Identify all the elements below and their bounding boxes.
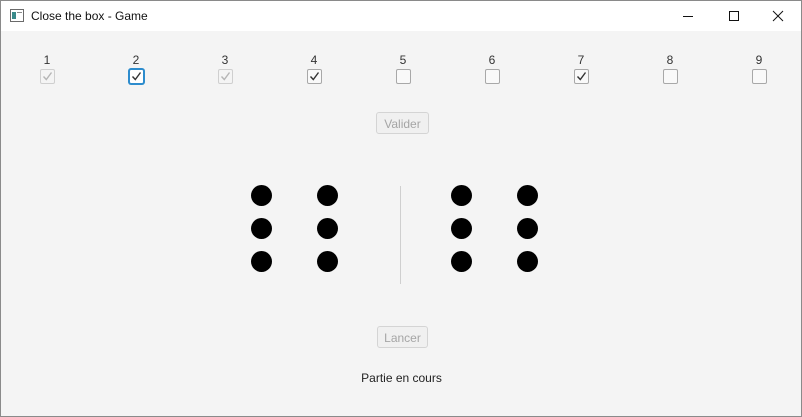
- die-pip: [317, 251, 338, 272]
- box-number-label: 4: [310, 53, 318, 67]
- minimize-button[interactable]: [665, 1, 711, 31]
- die-pip: [451, 185, 472, 206]
- checkmark-icon: [220, 72, 230, 81]
- box-checkbox[interactable]: [306, 69, 322, 84]
- window-title: Close the box - Game: [31, 9, 148, 23]
- box-6: 6: [477, 53, 507, 84]
- die-pip: [517, 185, 538, 206]
- checkmark-icon: [131, 72, 141, 81]
- die-left: [244, 181, 344, 281]
- box-number-label: 6: [488, 53, 496, 67]
- box-number-label: 2: [132, 53, 140, 67]
- checkmark-icon: [42, 72, 52, 81]
- box-7: 7: [566, 53, 596, 84]
- box-checkbox[interactable]: [662, 69, 678, 84]
- box-checkbox: [217, 69, 233, 84]
- roll-button[interactable]: Lancer: [377, 326, 428, 348]
- box-1: 1: [32, 53, 62, 84]
- app-window-icon: [10, 9, 24, 22]
- box-2: 2: [121, 53, 151, 84]
- die-pip: [517, 218, 538, 239]
- box-checkbox[interactable]: [395, 69, 411, 84]
- game-status: Partie en cours: [361, 371, 442, 385]
- die-pip: [251, 185, 272, 206]
- game-window: Close the box - Game 1 2 3 4 5 6 7 8 9 Valider L…: [0, 0, 802, 417]
- box-number-label: 3: [221, 53, 229, 67]
- box-number-label: 7: [577, 53, 585, 67]
- box-checkbox[interactable]: [484, 69, 500, 84]
- checkmark-icon: [309, 72, 319, 81]
- box-4: 4: [299, 53, 329, 84]
- box-number-label: 1: [43, 53, 51, 67]
- box-9: 9: [744, 53, 774, 84]
- die-pip: [317, 218, 338, 239]
- validate-button[interactable]: Valider: [376, 112, 429, 134]
- die-right: [444, 181, 544, 281]
- title-bar[interactable]: Close the box - Game: [1, 1, 801, 31]
- die-pip: [251, 251, 272, 272]
- box-checkbox: [39, 69, 55, 84]
- dice-divider: [400, 186, 401, 284]
- die-pip: [317, 185, 338, 206]
- box-3: 3: [210, 53, 240, 84]
- die-pip: [251, 218, 272, 239]
- box-number-label: 9: [755, 53, 763, 67]
- maximize-button[interactable]: [711, 1, 757, 31]
- die-pip: [451, 251, 472, 272]
- box-number-label: 5: [399, 53, 407, 67]
- die-pip: [451, 218, 472, 239]
- box-5: 5: [388, 53, 418, 84]
- die-pip: [517, 251, 538, 272]
- box-checkbox[interactable]: [751, 69, 767, 84]
- box-checkbox[interactable]: [573, 69, 589, 84]
- close-button[interactable]: [755, 1, 801, 31]
- box-checkbox[interactable]: [128, 69, 144, 84]
- box-number-label: 8: [666, 53, 674, 67]
- checkmark-icon: [576, 72, 586, 81]
- box-8: 8: [655, 53, 685, 84]
